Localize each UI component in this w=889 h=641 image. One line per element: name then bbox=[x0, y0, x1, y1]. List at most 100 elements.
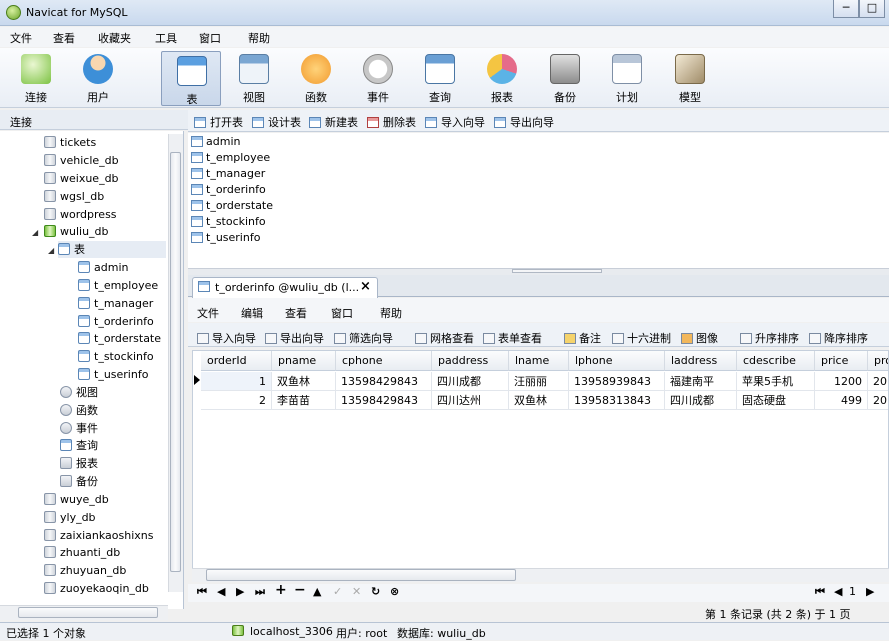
tree-group-reports[interactable]: 报表 bbox=[60, 455, 98, 472]
last-record-icon[interactable]: ⏭ bbox=[255, 585, 265, 599]
tree-table-t_orderstate[interactable]: t_orderstate bbox=[78, 330, 161, 347]
import-wizard-button[interactable]: 导入向导 bbox=[425, 114, 485, 130]
tree-db-wordpress[interactable]: wordpress bbox=[44, 206, 117, 223]
page-next-icon[interactable]: ▶ bbox=[866, 585, 874, 598]
tree-db-wgsl_db[interactable]: wgsl_db bbox=[44, 188, 104, 205]
delete-record-icon[interactable]: − bbox=[294, 582, 306, 598]
table-cell[interactable]: 13598429843 bbox=[336, 372, 432, 391]
tree-group-views[interactable]: 视图 bbox=[60, 384, 98, 401]
tree-table-admin[interactable]: admin bbox=[78, 259, 128, 276]
column-header[interactable]: orderId bbox=[201, 351, 272, 371]
inner-menu-file[interactable]: 文件 bbox=[197, 305, 219, 321]
table-cell[interactable]: 499 bbox=[815, 391, 868, 410]
grid-scroll-thumb[interactable] bbox=[206, 569, 516, 581]
table-cell[interactable]: 四川成都 bbox=[665, 391, 737, 410]
tree-group-functions[interactable]: 函数 bbox=[60, 402, 98, 419]
expand-arrow-icon[interactable]: ◢ bbox=[48, 246, 54, 255]
tree-db-zhuyuan_db[interactable]: zhuyuan_db bbox=[44, 562, 126, 579]
toolbar-user-button[interactable]: 用户 bbox=[68, 50, 128, 105]
grid-import-button[interactable]: 导入向导 bbox=[197, 330, 256, 346]
page-first-icon[interactable]: ⏮ bbox=[815, 585, 825, 599]
toolbar-connect-button[interactable]: 连接 bbox=[6, 50, 66, 105]
object-item-t_orderstate[interactable]: t_orderstate bbox=[191, 198, 273, 214]
design-table-button[interactable]: 设计表 bbox=[252, 114, 301, 130]
column-header[interactable]: paddress bbox=[432, 351, 509, 371]
table-cell[interactable]: 13958313843 bbox=[569, 391, 665, 410]
column-header[interactable]: pname bbox=[272, 351, 336, 371]
add-record-icon[interactable]: + bbox=[275, 582, 287, 598]
tree-db-zhuanti_db[interactable]: zhuanti_db bbox=[44, 544, 120, 561]
tree-db-wuliu_db[interactable]: wuliu_db bbox=[44, 223, 109, 240]
object-item-t_userinfo[interactable]: t_userinfo bbox=[191, 230, 260, 246]
memo-button[interactable]: 备注 bbox=[564, 330, 601, 346]
column-header[interactable]: laddress bbox=[665, 351, 737, 371]
table-cell[interactable]: 四川达州 bbox=[432, 391, 509, 410]
toolbar-table-button[interactable]: 表 bbox=[161, 51, 221, 106]
inner-menu-view[interactable]: 查看 bbox=[285, 305, 307, 321]
object-item-t_employee[interactable]: t_employee bbox=[191, 150, 270, 166]
move-up-icon[interactable]: ▲ bbox=[313, 585, 321, 598]
object-item-t_stockinfo[interactable]: t_stockinfo bbox=[191, 214, 266, 230]
column-header[interactable]: price bbox=[815, 351, 868, 371]
table-cell[interactable]: 2 bbox=[201, 391, 272, 410]
menu-file[interactable]: 文件 bbox=[10, 30, 32, 46]
tree-table-t_userinfo[interactable]: t_userinfo bbox=[78, 366, 148, 383]
tree-table-t_manager[interactable]: t_manager bbox=[78, 295, 153, 312]
column-header[interactable]: lphone bbox=[569, 351, 665, 371]
tree-table-t_employee[interactable]: t_employee bbox=[78, 277, 158, 294]
column-header[interactable]: prod bbox=[868, 351, 888, 371]
tree-db-yly_db[interactable]: yly_db bbox=[44, 509, 96, 526]
refresh-icon[interactable]: ↻ bbox=[371, 585, 380, 598]
new-table-button[interactable]: 新建表 bbox=[309, 114, 358, 130]
toolbar-report-button[interactable]: 报表 bbox=[472, 50, 532, 105]
maximize-button[interactable]: □ bbox=[859, 0, 885, 18]
object-item-admin[interactable]: admin bbox=[191, 134, 240, 150]
table-cell[interactable]: 双鱼林 bbox=[509, 391, 569, 410]
table-cell[interactable]: 四川成都 bbox=[432, 372, 509, 391]
delete-table-button[interactable]: 删除表 bbox=[367, 114, 416, 130]
toolbar-backup-button[interactable]: 备份 bbox=[535, 50, 595, 105]
column-header[interactable]: cdescribe bbox=[737, 351, 815, 371]
inner-menu-edit[interactable]: 编辑 bbox=[241, 305, 263, 321]
menu-tools[interactable]: 工具 bbox=[155, 30, 177, 46]
object-item-t_orderinfo[interactable]: t_orderinfo bbox=[191, 182, 266, 198]
tree-scroll-thumb[interactable] bbox=[170, 152, 181, 572]
menu-view[interactable]: 查看 bbox=[53, 30, 75, 46]
table-cell[interactable]: 固态硬盘 bbox=[737, 391, 815, 410]
tree-db-zaixiankaoshixns[interactable]: zaixiankaoshixns bbox=[44, 527, 153, 544]
table-cell[interactable]: 福建南平 bbox=[665, 372, 737, 391]
toolbar-schedule-button[interactable]: 计划 bbox=[597, 50, 657, 105]
tree-db-zuoyekaoqin_db[interactable]: zuoyekaoqin_db bbox=[44, 580, 149, 597]
table-cell[interactable]: 13598429843 bbox=[336, 391, 432, 410]
page-number[interactable]: 1 bbox=[849, 585, 856, 598]
tree-group-tables[interactable]: 表 bbox=[58, 241, 166, 258]
next-record-icon[interactable]: ▶ bbox=[236, 585, 244, 598]
table-cell[interactable]: 2017 bbox=[868, 391, 888, 410]
prev-record-icon[interactable]: ◀ bbox=[217, 585, 225, 598]
column-header[interactable]: cphone bbox=[336, 351, 432, 371]
image-button[interactable]: 图像 bbox=[681, 330, 718, 346]
splitter-grip[interactable] bbox=[512, 269, 602, 273]
table-cell[interactable]: 双鱼林 bbox=[272, 372, 336, 391]
tree-db-weixue_db[interactable]: weixue_db bbox=[44, 170, 119, 187]
tab-close-icon[interactable]: × bbox=[360, 279, 371, 294]
table-cell[interactable]: 2017 bbox=[868, 372, 888, 391]
grid-export-button[interactable]: 导出向导 bbox=[265, 330, 324, 346]
table-cell[interactable]: 1200 bbox=[815, 372, 868, 391]
apply-changes-icon[interactable]: ✓ bbox=[333, 585, 342, 598]
minimize-button[interactable]: ─ bbox=[833, 0, 859, 18]
tree-table-t_orderinfo[interactable]: t_orderinfo bbox=[78, 313, 154, 330]
toolbar-view-button[interactable]: 视图 bbox=[224, 50, 284, 105]
sort-descending-button[interactable]: 降序排序 bbox=[809, 330, 868, 346]
tree-db-tickets[interactable]: tickets bbox=[44, 134, 96, 151]
toolbar-event-button[interactable]: 事件 bbox=[348, 50, 408, 105]
tree-group-backups[interactable]: 备份 bbox=[60, 473, 98, 490]
page-prev-icon[interactable]: ◀ bbox=[834, 585, 842, 598]
tree-group-queries[interactable]: 查询 bbox=[60, 437, 98, 454]
filter-wizard-button[interactable]: 筛选向导 bbox=[334, 330, 393, 346]
table-cell[interactable]: 汪丽丽 bbox=[509, 372, 569, 391]
tree-group-events[interactable]: 事件 bbox=[60, 420, 98, 437]
toolbar-query-button[interactable]: 查询 bbox=[410, 50, 470, 105]
export-wizard-button[interactable]: 导出向导 bbox=[494, 114, 554, 130]
tree-db-vehicle_db[interactable]: vehicle_db bbox=[44, 152, 119, 169]
